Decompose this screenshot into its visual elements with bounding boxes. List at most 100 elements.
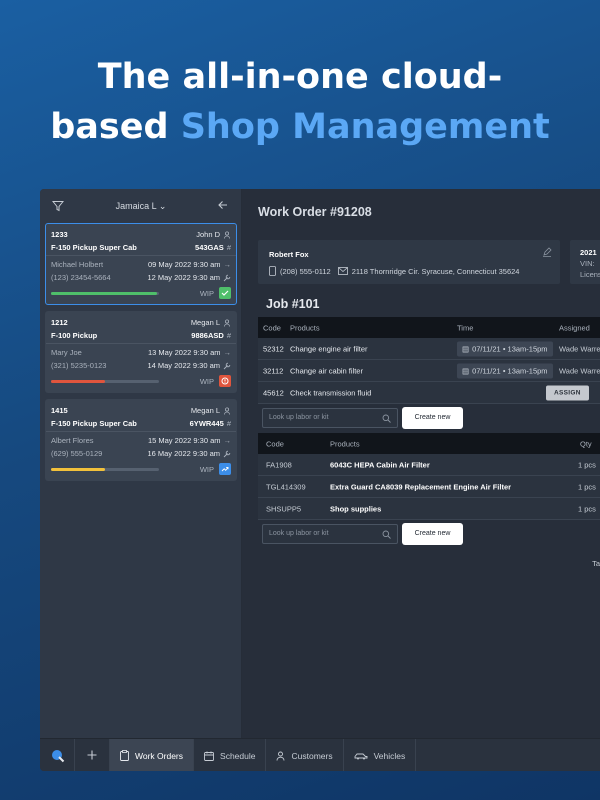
- row-code: 45612: [263, 388, 284, 397]
- row-qty: 1 pcs: [578, 504, 596, 513]
- person-icon: [224, 407, 230, 415]
- lookup-input[interactable]: Look up labor or kit: [262, 524, 398, 544]
- row-code: FA1908: [266, 460, 292, 469]
- card-plate: 9886ASD #: [191, 331, 231, 340]
- card-contact: Michael Holbert: [51, 260, 104, 269]
- person-icon: [277, 751, 285, 761]
- sidebar-header: Jamaica L ⌄: [40, 189, 241, 223]
- table-row[interactable]: TGL414309 Extra Guard CA8039 Replacement…: [258, 476, 600, 498]
- card-vehicle: F-150 Pickup Super Cab: [51, 419, 137, 428]
- row-product: Extra Guard CA8039 Replacement Engine Ai…: [330, 482, 512, 491]
- location-label: Jamaica L: [115, 201, 157, 211]
- row-product: Check transmission fluid: [290, 388, 372, 397]
- card-code: 1212: [51, 318, 68, 327]
- logo-icon: [52, 750, 65, 763]
- column-header: Code: [263, 323, 281, 332]
- page-title: Work Order #91208: [258, 205, 372, 219]
- progress-bar: [51, 468, 159, 471]
- progress-fill: [51, 380, 105, 383]
- progress-bar: [51, 380, 159, 383]
- status-label: WIP: [199, 465, 214, 474]
- row-qty: 1 pcs: [578, 460, 596, 469]
- column-header: Assigned: [559, 323, 590, 332]
- car-icon: [354, 753, 368, 759]
- row-product: 6043C HEPA Cabin Air Filter: [330, 460, 430, 469]
- labor-table-header: Code Products Time Assigned: [258, 317, 600, 338]
- add-button[interactable]: [75, 739, 110, 771]
- edit-icon[interactable]: [542, 247, 552, 257]
- hero-accent: Shop Management: [180, 107, 550, 147]
- back-arrow-icon[interactable]: [217, 199, 229, 211]
- job-title: Job #101: [266, 297, 320, 311]
- card-divider: [46, 255, 236, 256]
- card-phone: (123) 23454-5664: [51, 273, 111, 282]
- person-icon: [224, 319, 230, 327]
- vehicle-license-label: Licens: [580, 270, 600, 279]
- customer-address: 2118 Thornridge Cir. Syracuse, Connectic…: [351, 266, 520, 276]
- mail-icon: [337, 267, 348, 275]
- hash-icon: #: [226, 243, 231, 252]
- tab-work-orders[interactable]: Work Orders: [110, 739, 195, 771]
- hero-line-2: based Shop Management: [0, 102, 600, 152]
- time-pill[interactable]: ▤ 07/11/21 • 13am-15pm: [457, 341, 553, 356]
- lookup-input[interactable]: Look up labor or kit: [262, 408, 398, 428]
- location-selector[interactable]: Jamaica L ⌄: [40, 201, 242, 212]
- table-row[interactable]: SHSUPP5 Shop supplies 1 pcs: [258, 498, 600, 520]
- app-logo[interactable]: [40, 739, 75, 771]
- tab-customers[interactable]: Customers: [266, 739, 344, 771]
- row-code: SHSUPP5: [266, 504, 302, 513]
- customer-card: Robert Fox (208) 555-0112 2118 Thornridg…: [258, 240, 560, 284]
- work-order-card[interactable]: 1415 Megan L F-150 Pickup Super Cab 6YWR44…: [45, 399, 237, 481]
- work-order-card[interactable]: 1212 Megan L F-100 Pickup 9886ASD # Mary Jo…: [45, 311, 237, 393]
- work-order-card[interactable]: 1233 John D F-150 Pickup Super Cab 543GAS #…: [45, 223, 237, 305]
- customer-contact-info: (208) 555-0112 2118 Thornridge Cir. Syra…: [269, 266, 519, 276]
- vehicle-vin-label: VIN:: [580, 259, 595, 268]
- search-icon: [382, 414, 391, 423]
- table-row[interactable]: FA1908 6043C HEPA Cabin Air Filter 1 pcs: [258, 454, 600, 476]
- table-row[interactable]: 32112 Change air cabin filter ▤ 07/11/21 …: [258, 360, 600, 382]
- tab-label: Schedule: [220, 750, 256, 761]
- column-header: Products: [290, 323, 320, 332]
- app-window: Jamaica L ⌄ 1233 John D F-150 Pickup Supe…: [40, 189, 600, 771]
- vehicle-year: 2021: [580, 248, 597, 257]
- row-code: 32112: [263, 366, 284, 375]
- work-order-detail: Work Order #91208 Robert Fox (208) 555-0…: [242, 189, 600, 738]
- tab-label: Customers: [291, 750, 333, 761]
- card-date-out: 12 May 2022 9:30 am: [147, 273, 231, 282]
- table-row[interactable]: 45612 Check transmission fluid ASSIGN: [258, 382, 600, 404]
- time-pill[interactable]: ▤ 07/11/21 • 13am-15pm: [457, 363, 553, 378]
- row-product: Shop supplies: [330, 504, 382, 513]
- create-new-button[interactable]: Create new: [402, 523, 463, 545]
- row-product: Change air cabin filter: [290, 366, 363, 375]
- tab-schedule[interactable]: Schedule: [194, 739, 267, 771]
- table-row[interactable]: 52312 Change engine air filter ▤ 07/11/21…: [258, 338, 600, 360]
- parts-table-header: Code Products Qty: [258, 433, 600, 454]
- card-date-in: 09 May 2022 9:30 am →: [147, 260, 231, 269]
- labor-lookup-row: Look up labor or kit Create new: [258, 404, 600, 434]
- customer-name: Robert Fox: [269, 250, 309, 259]
- assign-button[interactable]: ASSIGN: [546, 385, 589, 400]
- card-plate: 543GAS #: [195, 243, 231, 252]
- tab-label: Vehicles: [373, 750, 406, 761]
- tab-vehicles[interactable]: Vehicles: [344, 739, 417, 771]
- status-label: WIP: [199, 289, 214, 298]
- row-product: Change engine air filter: [290, 344, 368, 353]
- wrench-icon: [223, 362, 231, 370]
- create-new-button[interactable]: Create new: [402, 407, 463, 429]
- calendar-icon: ▤: [462, 366, 470, 375]
- lookup-placeholder: Look up labor or kit: [269, 414, 329, 421]
- check-icon: [219, 287, 231, 299]
- lookup-placeholder: Look up labor or kit: [269, 530, 329, 537]
- card-date-in: 13 May 2022 9:30 am →: [147, 348, 231, 357]
- plus-icon: [87, 750, 97, 760]
- hero-line-2-plain: based: [50, 107, 181, 147]
- hash-icon: #: [226, 419, 231, 428]
- card-divider: [46, 343, 236, 344]
- trend-icon: [219, 463, 231, 475]
- column-header: Time: [457, 323, 474, 332]
- card-contact: Albert Flores: [51, 436, 94, 445]
- wrench-icon: [223, 274, 231, 282]
- card-phone: (321) 5235-0123: [51, 361, 107, 370]
- card-owner: John D: [196, 230, 231, 239]
- tax-label: Ta: [592, 559, 600, 568]
